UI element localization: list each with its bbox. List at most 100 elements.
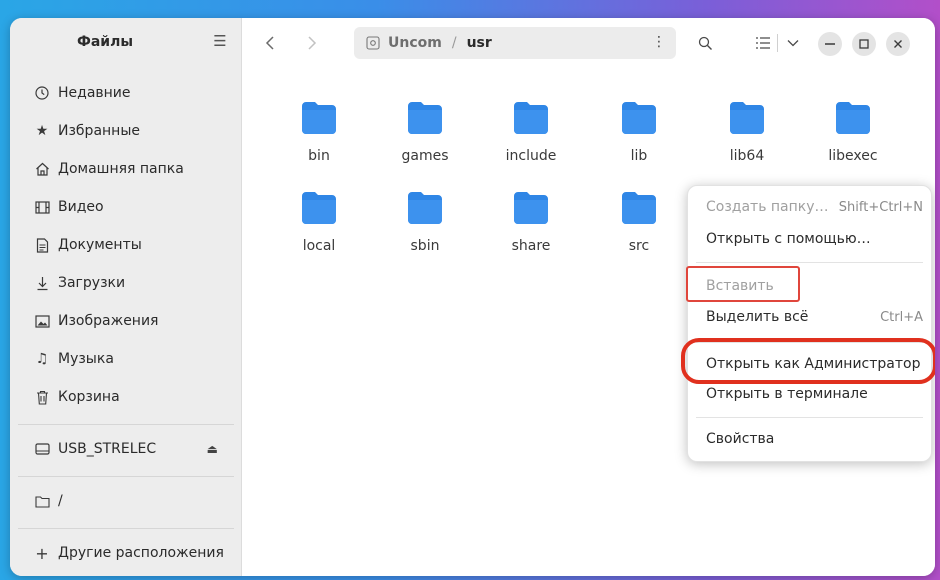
context-menu: Создать папку… Shift+Ctrl+N Открыть с по… (687, 185, 932, 462)
sidebar: Файлы ☰ Недавние ★ Избранные Домашняя па… (10, 18, 242, 576)
sidebar-item-other-locations[interactable]: + Другие расположения (18, 536, 234, 570)
folder-item[interactable]: sbin (380, 190, 470, 270)
download-icon (34, 275, 50, 291)
clock-icon (34, 85, 50, 101)
menu-item-open-terminal[interactable]: Открыть в терминале (706, 381, 923, 407)
document-icon (34, 237, 50, 253)
hamburger-menu-icon[interactable]: ☰ (211, 32, 229, 50)
menu-item-label: Открыть с помощью… (706, 231, 871, 247)
folder-label: src (628, 238, 650, 254)
sidebar-item-label: Домашняя папка (58, 161, 184, 177)
menu-item-open-with[interactable]: Открыть с помощью… (706, 226, 923, 252)
folder-item[interactable]: games (380, 100, 470, 180)
path-segment-parent[interactable]: Uncom (388, 35, 442, 51)
sidebar-item-label: Другие расположения (58, 545, 224, 561)
sidebar-item-pictures[interactable]: Изображения (18, 304, 234, 338)
folder-icon (514, 102, 548, 134)
paste-highlight-box (686, 266, 800, 302)
folder-item[interactable]: libexec (808, 100, 898, 180)
folder-icon (836, 102, 870, 134)
menu-separator (696, 417, 923, 418)
sidebar-item-label: Музыка (58, 351, 114, 367)
sidebar-item-starred[interactable]: ★ Избранные (18, 114, 234, 148)
path-segment-current[interactable]: usr (467, 35, 492, 51)
header-bar: Uncom / usr ⋮ (242, 18, 935, 68)
sidebar-divider (18, 424, 234, 425)
folder-label: local (302, 238, 336, 254)
folder-icon (730, 102, 764, 134)
folder-item[interactable]: local (274, 190, 364, 270)
sidebar-divider (18, 476, 234, 477)
sidebar-item-label: Корзина (58, 389, 120, 405)
chevron-down-icon[interactable] (782, 32, 804, 54)
sidebar-item-label: Документы (58, 237, 142, 253)
folder-label: bin (308, 148, 330, 164)
star-icon: ★ (35, 123, 49, 139)
folder-label: games (401, 148, 449, 164)
admin-highlight-pill (681, 338, 935, 384)
sidebar-item-label: USB_STRELEC (58, 441, 157, 457)
folder-label: lib64 (729, 148, 765, 164)
sidebar-item-root[interactable]: / (18, 484, 234, 518)
sidebar-header: Файлы ☰ (10, 18, 241, 68)
folder-icon (408, 192, 442, 224)
sidebar-item-trash[interactable]: Корзина (18, 380, 234, 414)
home-icon (34, 161, 50, 177)
file-manager-window: Файлы ☰ Недавние ★ Избранные Домашняя па… (10, 18, 935, 576)
sidebar-item-music[interactable]: ♫ Музыка (18, 342, 234, 376)
toolbar-divider (777, 34, 778, 52)
sidebar-item-label: Видео (58, 199, 104, 215)
folder-item[interactable]: share (486, 190, 576, 270)
path-menu-icon[interactable]: ⋮ (652, 34, 666, 50)
sidebar-item-label: Загрузки (58, 275, 126, 291)
sidebar-item-recent[interactable]: Недавние (18, 76, 234, 110)
maximize-button[interactable] (852, 32, 876, 56)
folder-item[interactable]: lib64 (702, 100, 792, 180)
folder-item[interactable]: include (486, 100, 576, 180)
path-separator: / (451, 35, 457, 51)
folder-item[interactable]: src (594, 190, 684, 270)
film-icon (34, 199, 50, 215)
folder-item[interactable]: bin (274, 100, 364, 180)
close-button[interactable] (886, 32, 910, 56)
folder-item[interactable]: lib (594, 100, 684, 180)
menu-item-label: Выделить всё (706, 309, 809, 325)
menu-item-shortcut: Shift+Ctrl+N (838, 199, 923, 215)
folder-icon (302, 192, 336, 224)
list-view-icon[interactable] (752, 32, 774, 54)
disk-icon (366, 36, 380, 50)
path-bar[interactable]: Uncom / usr ⋮ (354, 27, 676, 59)
music-icon: ♫ (35, 351, 49, 367)
app-title: Файлы (76, 34, 134, 50)
menu-item-create-folder[interactable]: Создать папку… Shift+Ctrl+N (706, 194, 923, 220)
folder-label: include (505, 148, 557, 164)
folder-label: sbin (410, 238, 440, 254)
trash-icon (34, 389, 50, 405)
image-icon (34, 313, 50, 329)
sidebar-item-label: Недавние (58, 85, 131, 101)
folder-icon (622, 102, 656, 134)
sidebar-item-video[interactable]: Видео (18, 190, 234, 224)
minimize-button[interactable] (818, 32, 842, 56)
sidebar-item-label: Изображения (58, 313, 159, 329)
sidebar-item-documents[interactable]: Документы (18, 228, 234, 262)
plus-icon: + (35, 543, 49, 563)
folder-icon (408, 102, 442, 134)
forward-button[interactable] (300, 30, 324, 56)
folder-icon (622, 192, 656, 224)
folder-label: share (511, 238, 551, 254)
menu-item-properties[interactable]: Свойства (706, 426, 923, 452)
folder-label: libexec (828, 148, 878, 164)
eject-icon[interactable]: ⏏ (207, 442, 218, 456)
menu-item-select-all[interactable]: Выделить всё Ctrl+A (706, 304, 923, 330)
sidebar-item-drive[interactable]: USB_STRELEC ⏏ (18, 432, 234, 466)
sidebar-item-label: / (58, 493, 63, 509)
folder-icon (302, 102, 336, 134)
sidebar-divider (18, 528, 234, 529)
sidebar-item-home[interactable]: Домашняя папка (18, 152, 234, 186)
sidebar-item-downloads[interactable]: Загрузки (18, 266, 234, 300)
menu-item-label: Создать папку… (706, 199, 829, 215)
search-icon[interactable] (694, 32, 716, 54)
folder-outline-icon (34, 493, 50, 509)
back-button[interactable] (258, 30, 282, 56)
